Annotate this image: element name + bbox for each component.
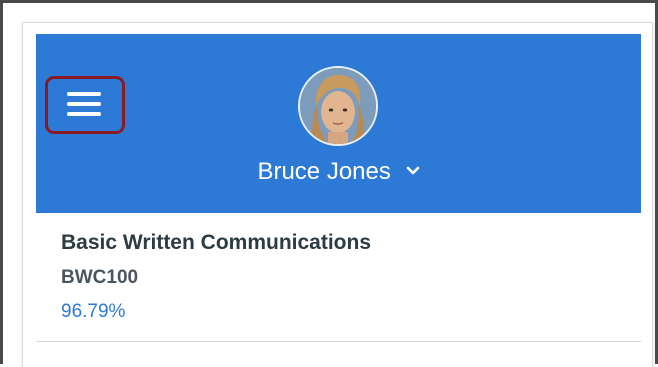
course-info[interactable]: Basic Written Communications BWC100 96.7… xyxy=(61,230,621,324)
user-name-menu[interactable]: Bruce Jones xyxy=(36,158,641,186)
avatar[interactable] xyxy=(298,66,378,146)
course-title: Basic Written Communications xyxy=(61,231,371,254)
profile-header: Bruce Jones xyxy=(36,34,641,213)
divider xyxy=(36,341,641,342)
course-code: BWC100 xyxy=(61,267,139,288)
user-name: Bruce Jones xyxy=(257,158,391,185)
chevron-down-icon xyxy=(406,166,419,174)
dashboard-card: Bruce Jones Basic Written Communications… xyxy=(22,22,653,367)
course-grade[interactable]: 96.79% xyxy=(61,300,621,324)
hamburger-menu-icon[interactable] xyxy=(67,91,101,117)
screenshot-frame: Bruce Jones Basic Written Communications… xyxy=(0,0,658,367)
avatar-photo xyxy=(300,68,376,144)
